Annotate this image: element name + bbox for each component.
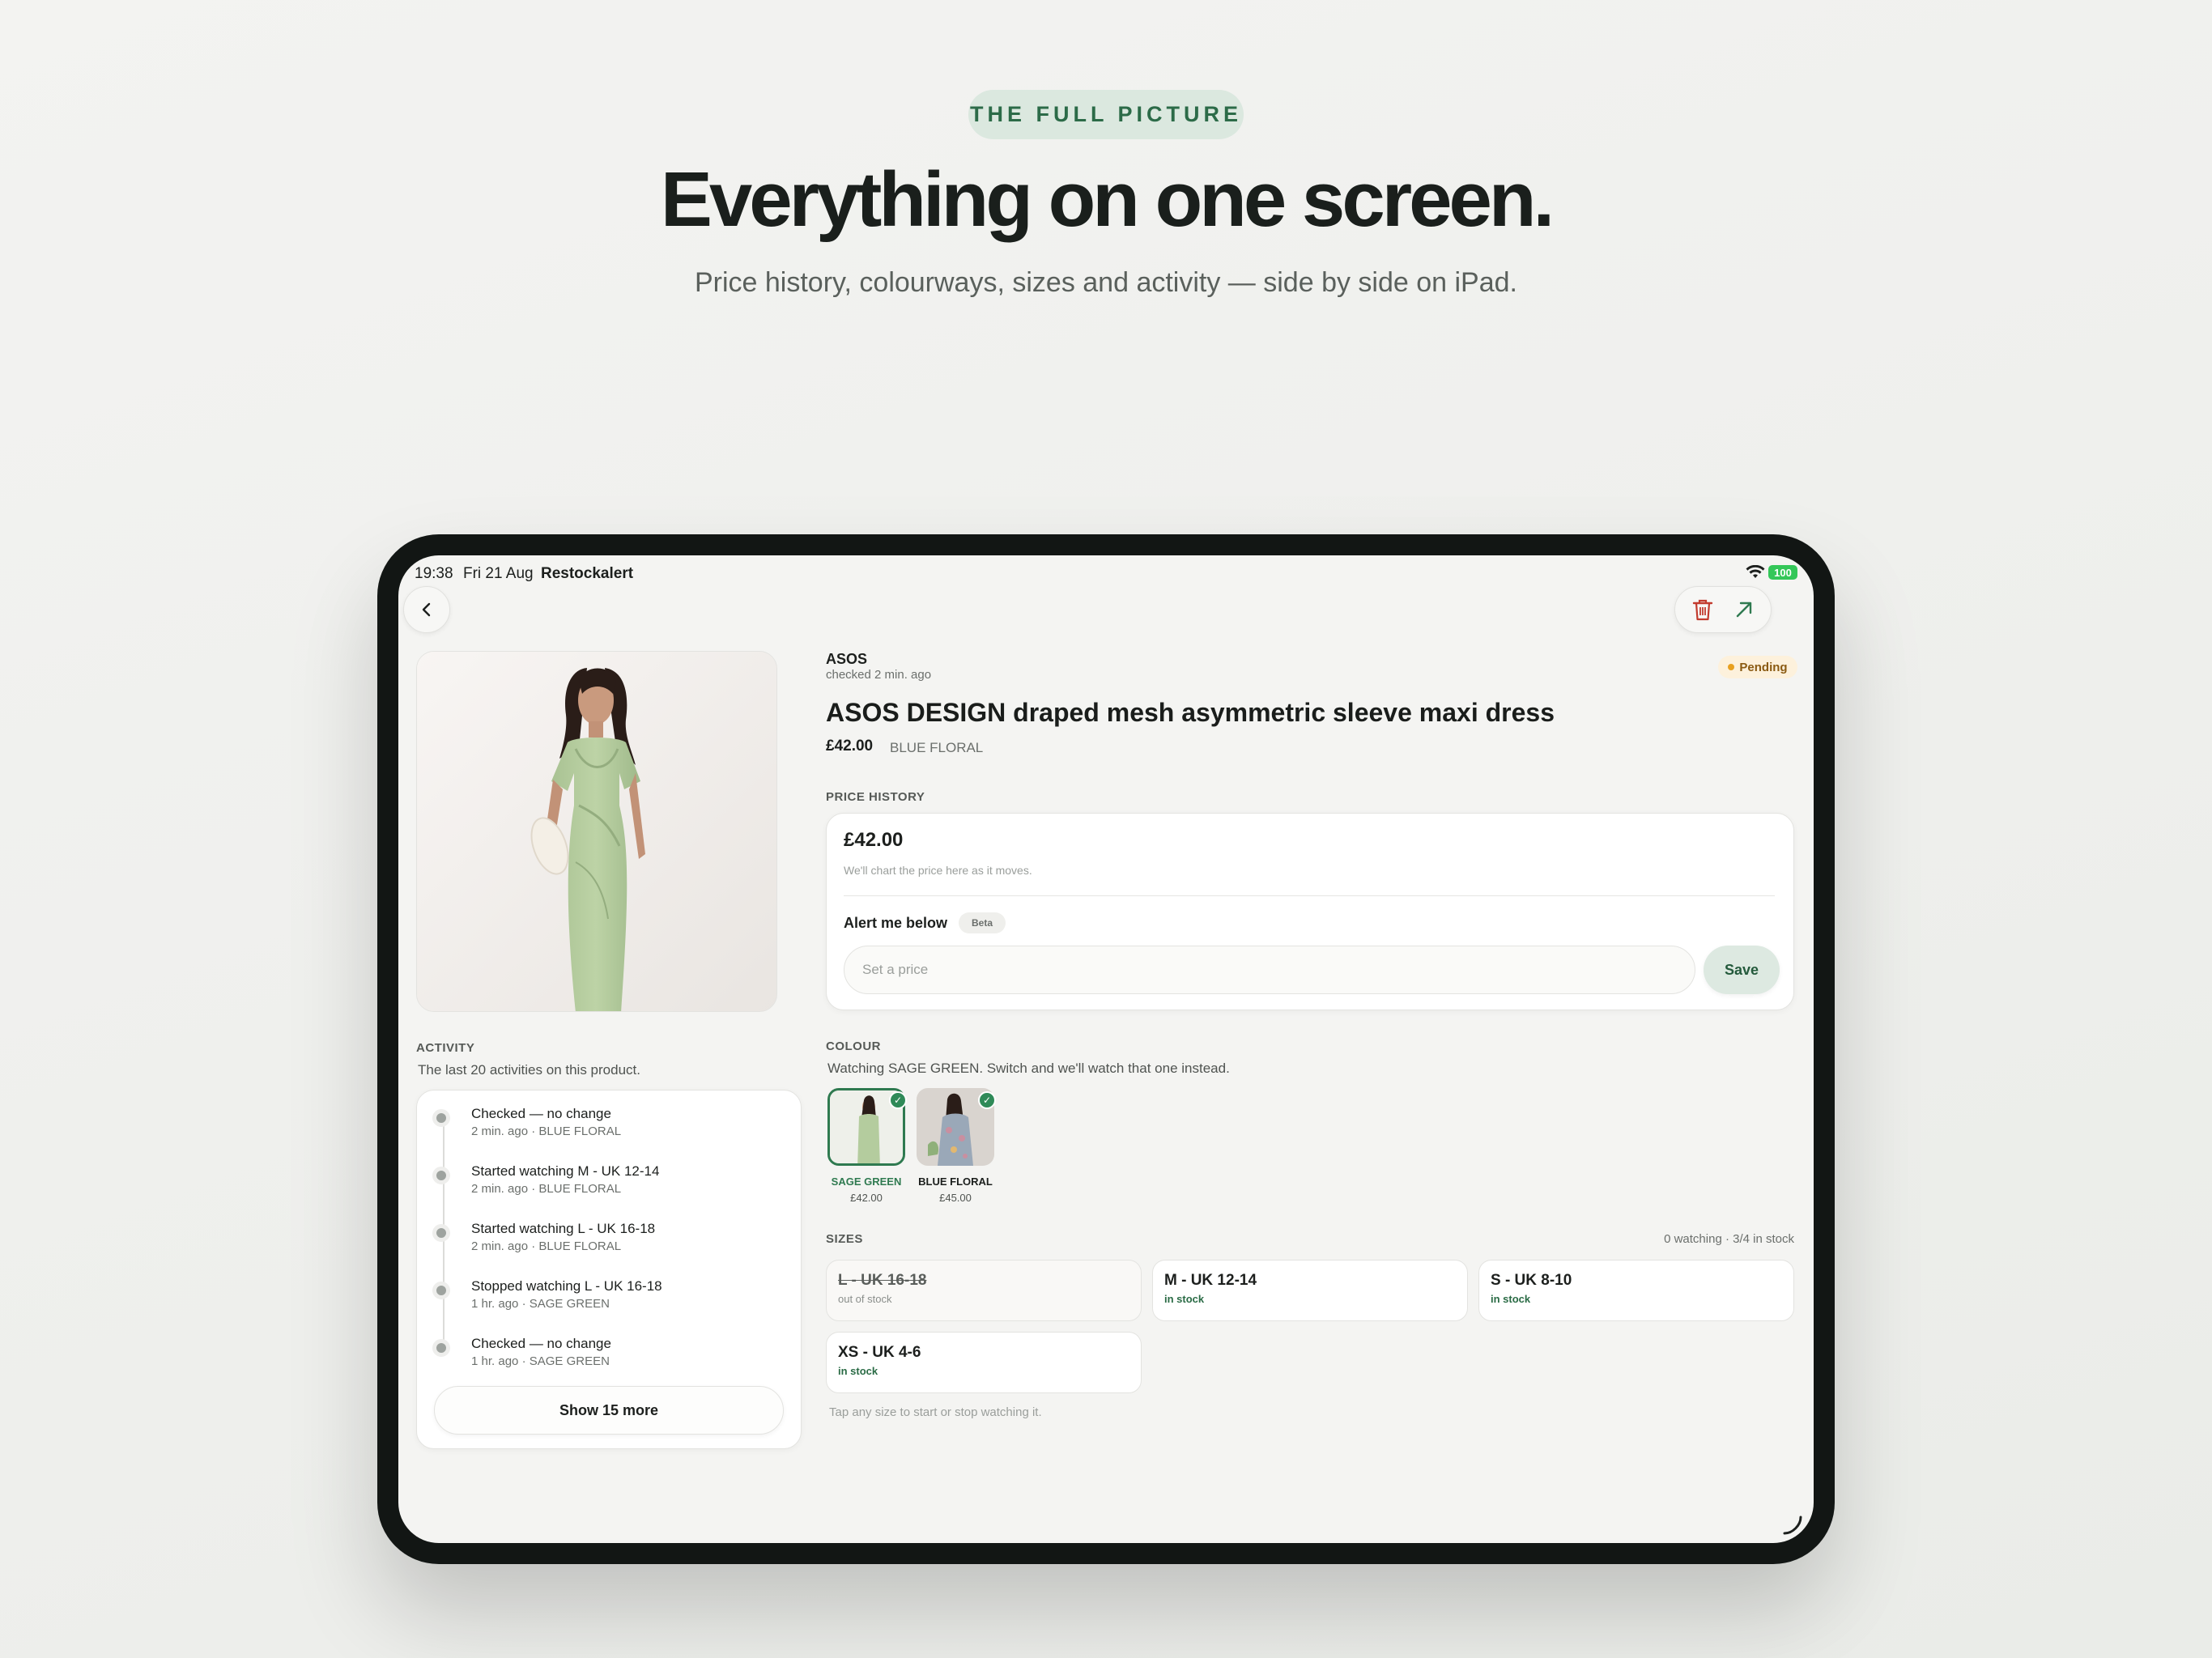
swatch-price: £45.00 [939,1192,972,1204]
size-card-s[interactable]: S - UK 8-10 in stock [1478,1260,1794,1321]
size-stock: out of stock [838,1293,892,1305]
ipad-screen: 19:38 Fri 21 Aug Restockalert 100 ASOS c… [398,555,1814,1543]
product-title: ASOS DESIGN draped mesh asymmetric sleev… [826,698,1555,727]
activity-colour: SAGE GREEN [529,1354,610,1368]
dress-model-photo [417,652,776,1011]
meta-separator: · [531,1124,536,1138]
activity-meta: 1 hr. ago · SAGE GREEN [471,1297,610,1311]
size-name: XS - UK 4-6 [838,1344,921,1361]
size-card-l[interactable]: L - UK 16-18 out of stock [826,1260,1142,1321]
headline: Everything on one screen. [660,156,1555,243]
size-name: L - UK 16-18 [838,1272,927,1289]
activity-colour: BLUE FLORAL [538,1182,622,1196]
activity-time: 2 min. ago [471,1182,529,1196]
activity-meta: 2 min. ago · BLUE FLORAL [471,1239,621,1253]
trash-icon [1692,599,1713,621]
activity-colour: BLUE FLORAL [538,1124,622,1138]
activity-time: 2 min. ago [471,1239,529,1253]
activity-colour: BLUE FLORAL [538,1239,622,1253]
product-image [416,651,777,1012]
open-link-button[interactable] [1733,599,1755,620]
back-button[interactable] [403,586,450,633]
activity-time: 1 hr. ago [471,1354,519,1368]
sizes-hint: Tap any size to start or stop watching i… [829,1405,1042,1419]
activity-meta: 2 min. ago · BLUE FLORAL [471,1182,621,1196]
save-button[interactable]: Save [1704,946,1780,994]
sizes-summary: 0 watching · 3/4 in stock [1664,1232,1794,1246]
status-badge: Pending [1718,656,1797,678]
check-icon: ✓ [889,1091,907,1109]
timeline-dot-icon [432,1167,450,1184]
subheadline: Price history, colourways, sizes and act… [694,267,1517,298]
chevron-left-icon [422,602,431,617]
sizes-label: SIZES [826,1232,863,1246]
delete-button[interactable] [1691,597,1714,622]
activity-subtitle: The last 20 activities on this product. [418,1062,640,1078]
timeline-dot-icon [432,1109,450,1127]
swatch-price: £42.00 [850,1192,883,1204]
price-chart-hint: We'll chart the price here as it moves. [844,864,1032,877]
size-stock: in stock [1164,1293,1205,1305]
status-date: Fri 21 Aug [463,565,534,582]
resize-corner-icon [1783,1516,1802,1535]
product-colour: BLUE FLORAL [890,740,984,755]
status-dot-icon [1728,664,1735,670]
check-icon: ✓ [978,1091,996,1109]
meta-separator: · [521,1354,526,1368]
ipad-frame: 19:38 Fri 21 Aug Restockalert 100 ASOS c… [377,534,1835,1564]
swatch-name: SAGE GREEN [831,1175,902,1188]
status-time: 19:38 [415,565,453,582]
timeline-dot-icon [432,1224,450,1242]
arrow-up-right-icon [1736,602,1752,618]
size-name: S - UK 8-10 [1491,1272,1572,1289]
activity-title: Started watching M - UK 12-14 [471,1163,660,1179]
colour-description: Watching SAGE GREEN. Switch and we'll wa… [827,1061,1230,1076]
battery-indicator: 100 [1768,565,1797,580]
activity-title: Checked — no change [471,1106,611,1121]
activity-time: 2 min. ago [471,1124,529,1138]
show-more-button[interactable]: Show 15 more [434,1386,784,1435]
activity-meta: 1 hr. ago · SAGE GREEN [471,1354,610,1368]
action-button-group [1674,586,1772,633]
timeline-dot-icon [432,1339,450,1357]
status-app-name: Restockalert [541,565,634,582]
activity-colour: SAGE GREEN [529,1297,610,1311]
status-badge-label: Pending [1739,660,1788,674]
product-brand: ASOS [826,651,868,667]
meta-separator: · [531,1182,536,1196]
activity-title: Started watching L - UK 16-18 [471,1221,656,1236]
size-stock: in stock [1491,1293,1531,1305]
colour-label: COLOUR [826,1039,881,1053]
eyebrow-pill: THE FULL PICTURE [968,90,1244,139]
size-name: M - UK 12-14 [1164,1272,1257,1289]
wifi-icon [1746,565,1765,578]
activity-label: ACTIVITY [416,1041,475,1055]
size-card-m[interactable]: M - UK 12-14 in stock [1152,1260,1468,1321]
activity-time: 1 hr. ago [471,1297,519,1311]
last-checked: checked 2 min. ago [826,668,932,682]
price-history-label: PRICE HISTORY [826,790,925,804]
meta-separator: · [531,1239,536,1253]
alert-price-input[interactable] [844,946,1695,994]
divider [844,895,1775,896]
activity-title: Checked — no change [471,1336,611,1351]
swatch-name: BLUE FLORAL [918,1175,993,1188]
size-card-xs[interactable]: XS - UK 4-6 in stock [826,1332,1142,1393]
size-stock: in stock [838,1365,878,1377]
alert-label: Alert me below [844,915,948,931]
beta-badge: Beta [959,912,1006,933]
meta-separator: · [521,1297,526,1311]
activity-meta: 2 min. ago · BLUE FLORAL [471,1124,621,1138]
product-price: £42.00 [826,738,874,755]
current-price: £42.00 [844,829,904,851]
timeline-dot-icon [432,1282,450,1299]
activity-title: Stopped watching L - UK 16-18 [471,1278,662,1294]
